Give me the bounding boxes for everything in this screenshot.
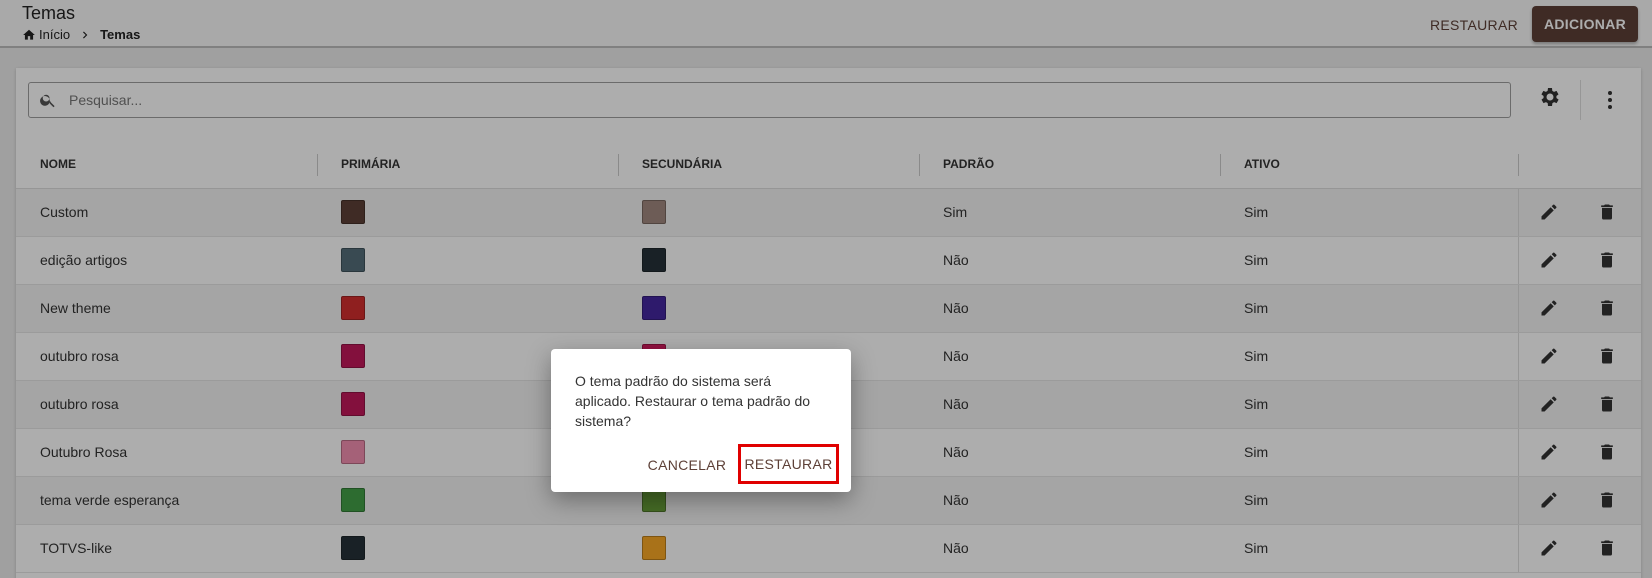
confirm-restore-button[interactable]: RESTAURAR	[738, 444, 839, 484]
restore-confirm-dialog: O tema padrão do sistema será aplicado. …	[551, 349, 851, 492]
cancel-button[interactable]: CANCELAR	[631, 450, 743, 480]
dialog-message: O tema padrão do sistema será aplicado. …	[575, 373, 811, 429]
